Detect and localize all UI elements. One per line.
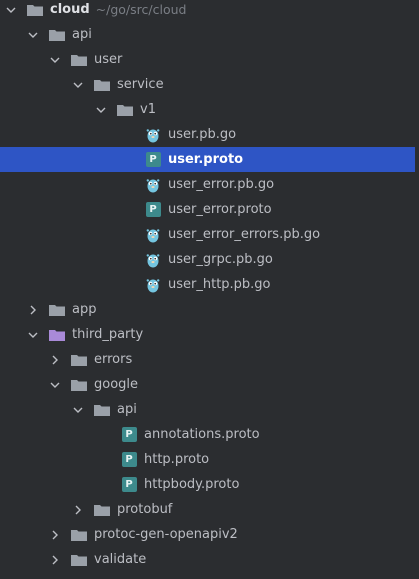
tree-row-user-error-proto[interactable]: P user_error.proto — [0, 197, 415, 222]
tree-label: httpbody.proto — [144, 477, 240, 492]
tree-row-google-api[interactable]: api — [0, 397, 415, 422]
tree-label: annotations.proto — [144, 427, 260, 442]
folder-icon — [48, 27, 66, 43]
tree-label: user.proto — [168, 152, 244, 167]
tree-label: service — [117, 77, 164, 92]
tree-row-v1[interactable]: v1 — [0, 97, 415, 122]
tree-label: google — [94, 377, 139, 392]
go-gopher-icon — [144, 127, 162, 143]
tree-label: api — [117, 402, 137, 417]
folder-icon — [93, 402, 111, 418]
tree-label: v1 — [140, 102, 156, 117]
tree-label: user_http.pb.go — [168, 277, 271, 292]
tree-label: protobuf — [117, 502, 173, 517]
tree-row-user-http-pb-go[interactable]: user_http.pb.go — [0, 272, 415, 297]
chevron-right-icon[interactable] — [26, 303, 40, 317]
chevron-down-icon[interactable] — [48, 53, 62, 67]
chevron-right-icon[interactable] — [48, 553, 62, 567]
tree-label: user_error.pb.go — [168, 177, 275, 192]
folder-icon — [48, 302, 66, 318]
chevron-down-icon[interactable] — [71, 78, 85, 92]
tree-row-httpbody-proto[interactable]: P httpbody.proto — [0, 472, 415, 497]
tree-row-user-proto[interactable]: P user.proto — [0, 147, 415, 172]
folder-icon — [70, 377, 88, 393]
tree-row-http-proto[interactable]: P http.proto — [0, 447, 415, 472]
tree-row-google[interactable]: google — [0, 372, 415, 397]
folder-icon — [26, 2, 44, 18]
tree-row-user-grpc-pb-go[interactable]: user_grpc.pb.go — [0, 247, 415, 272]
tree-row-protoc-gen-openapiv2[interactable]: protoc-gen-openapiv2 — [0, 522, 415, 547]
chevron-right-icon[interactable] — [48, 528, 62, 542]
proto-file-icon: P — [120, 427, 138, 443]
tree-label: user — [94, 52, 123, 67]
tree-label: app — [72, 302, 97, 317]
chevron-down-icon[interactable] — [94, 103, 108, 117]
proto-file-icon: P — [144, 202, 162, 218]
tree-row-app[interactable]: app — [0, 297, 415, 322]
proto-file-icon: P — [120, 452, 138, 468]
tree-label: protoc-gen-openapiv2 — [94, 527, 238, 542]
tree-label: api — [72, 27, 92, 42]
chevron-down-icon[interactable] — [4, 3, 18, 17]
chevron-down-icon[interactable] — [71, 403, 85, 417]
proto-file-icon: P — [120, 477, 138, 493]
excluded-folder-icon — [48, 327, 66, 343]
go-gopher-icon — [144, 177, 162, 193]
tree-row-user-error-errors-pb-go[interactable]: user_error_errors.pb.go — [0, 222, 415, 247]
tree-label: user.pb.go — [168, 127, 237, 142]
tree-row-user[interactable]: user — [0, 47, 415, 72]
chevron-right-icon[interactable] — [71, 503, 85, 517]
tree-row-annotations-proto[interactable]: P annotations.proto — [0, 422, 415, 447]
chevron-down-icon[interactable] — [26, 328, 40, 342]
tree-label: http.proto — [144, 452, 210, 467]
tree-label-cloud: cloud — [50, 2, 90, 17]
proto-file-icon: P — [144, 152, 162, 168]
tree-row-api[interactable]: api — [0, 22, 415, 47]
chevron-down-icon[interactable] — [48, 378, 62, 392]
tree-row-errors[interactable]: errors — [0, 347, 415, 372]
chevron-right-icon[interactable] — [48, 353, 62, 367]
folder-icon — [70, 52, 88, 68]
tree-label: user_error.proto — [168, 202, 272, 217]
tree-label: errors — [94, 352, 133, 367]
tree-label: third_party — [72, 327, 144, 342]
tree-row-user-error-pb-go[interactable]: user_error.pb.go — [0, 172, 415, 197]
folder-icon — [116, 102, 134, 118]
go-gopher-icon — [144, 252, 162, 268]
tree-label: user_error_errors.pb.go — [168, 227, 321, 242]
tree-row-validate[interactable]: validate — [0, 547, 415, 572]
chevron-down-icon[interactable] — [26, 28, 40, 42]
project-tree: cloud ~/go/src/cloud api user service v1… — [0, 0, 419, 579]
tree-row-user-pb-go[interactable]: user.pb.go — [0, 122, 415, 147]
tree-label: validate — [94, 552, 147, 567]
folder-icon — [93, 77, 111, 93]
folder-icon — [70, 352, 88, 368]
tree-label: user_grpc.pb.go — [168, 252, 273, 267]
folder-icon — [70, 552, 88, 568]
tree-row-third-party[interactable]: third_party — [0, 322, 415, 347]
folder-icon — [93, 502, 111, 518]
tree-row-service[interactable]: service — [0, 72, 415, 97]
tree-row-cloud[interactable]: cloud ~/go/src/cloud — [0, 0, 415, 22]
tree-row-protobuf[interactable]: protobuf — [0, 497, 415, 522]
go-gopher-icon — [144, 277, 162, 293]
project-path: ~/go/src/cloud — [95, 2, 187, 17]
folder-icon — [70, 527, 88, 543]
go-gopher-icon — [144, 227, 162, 243]
